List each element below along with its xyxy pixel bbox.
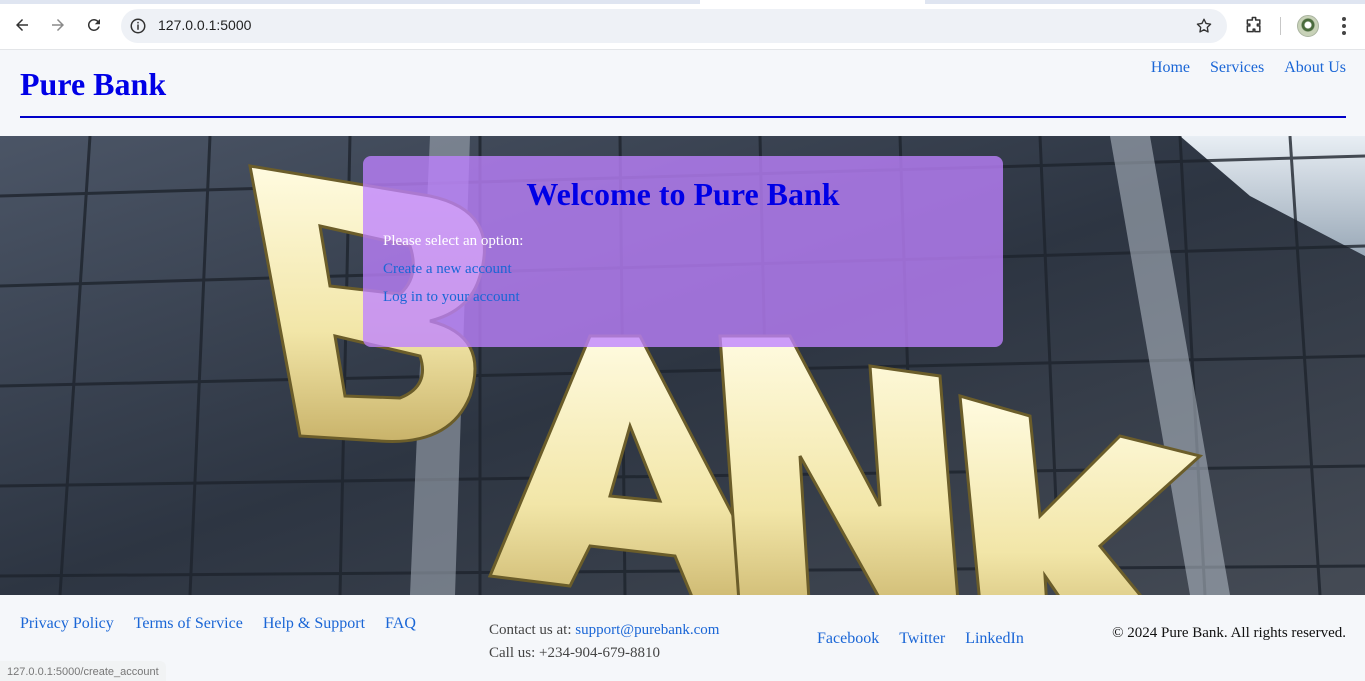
- profile-avatar[interactable]: [1297, 15, 1319, 37]
- site-header: Pure Bank Home Services About Us: [0, 50, 1365, 136]
- privacy-policy-link[interactable]: Privacy Policy: [20, 615, 114, 633]
- address-bar[interactable]: 127.0.0.1:5000: [121, 9, 1227, 43]
- status-bar-url: 127.0.0.1:5000/create_account: [0, 661, 166, 681]
- header-divider: [20, 116, 1346, 118]
- facebook-link[interactable]: Facebook: [817, 630, 879, 648]
- linkedin-link[interactable]: LinkedIn: [965, 630, 1024, 648]
- nav-about-link[interactable]: About Us: [1284, 59, 1346, 77]
- contact-info: Contact us at: support@purebank.com Call…: [489, 619, 719, 665]
- menu-kebab-icon[interactable]: [1334, 15, 1354, 37]
- forward-icon[interactable]: [47, 14, 69, 36]
- support-email-link[interactable]: support@purebank.com: [575, 622, 719, 638]
- create-account-link[interactable]: Create a new account: [383, 261, 512, 278]
- faq-link[interactable]: FAQ: [385, 615, 416, 633]
- terms-link[interactable]: Terms of Service: [134, 615, 243, 633]
- active-tab[interactable]: [700, 0, 925, 4]
- welcome-card: Welcome to Pure Bank Please select an op…: [363, 156, 1003, 347]
- tab-strip: [0, 0, 1365, 4]
- welcome-title: Welcome to Pure Bank: [526, 176, 840, 212]
- copyright-text: © 2024 Pure Bank. All rights reserved.: [1112, 625, 1346, 641]
- extensions-icon[interactable]: [1244, 15, 1264, 35]
- back-icon[interactable]: [11, 14, 33, 36]
- footer-links: Privacy Policy Terms of Service Help & S…: [20, 615, 416, 633]
- url-text[interactable]: 127.0.0.1:5000: [158, 17, 251, 33]
- bookmark-star-icon[interactable]: [1195, 17, 1213, 35]
- browser-toolbar: 127.0.0.1:5000: [0, 0, 1365, 50]
- phone-number: Call us: +234-904-679-8810: [489, 645, 660, 661]
- twitter-link[interactable]: Twitter: [899, 630, 945, 648]
- option-prompt: Please select an option:: [383, 233, 524, 249]
- hero-banner: Welcome to Pure Bank Please select an op…: [0, 136, 1365, 595]
- contact-label: Contact us at:: [489, 622, 572, 638]
- toolbar-divider: [1280, 17, 1281, 35]
- site-footer: Privacy Policy Terms of Service Help & S…: [0, 595, 1365, 681]
- social-links: Facebook Twitter LinkedIn: [817, 630, 1024, 648]
- top-nav: Home Services About Us: [1151, 59, 1346, 77]
- site-info-icon[interactable]: [129, 17, 147, 35]
- reload-icon[interactable]: [83, 14, 105, 36]
- nav-services-link[interactable]: Services: [1210, 59, 1264, 77]
- brand-title[interactable]: Pure Bank: [20, 66, 166, 103]
- nav-home-link[interactable]: Home: [1151, 59, 1190, 77]
- help-support-link[interactable]: Help & Support: [263, 615, 365, 633]
- login-link[interactable]: Log in to your account: [383, 289, 520, 306]
